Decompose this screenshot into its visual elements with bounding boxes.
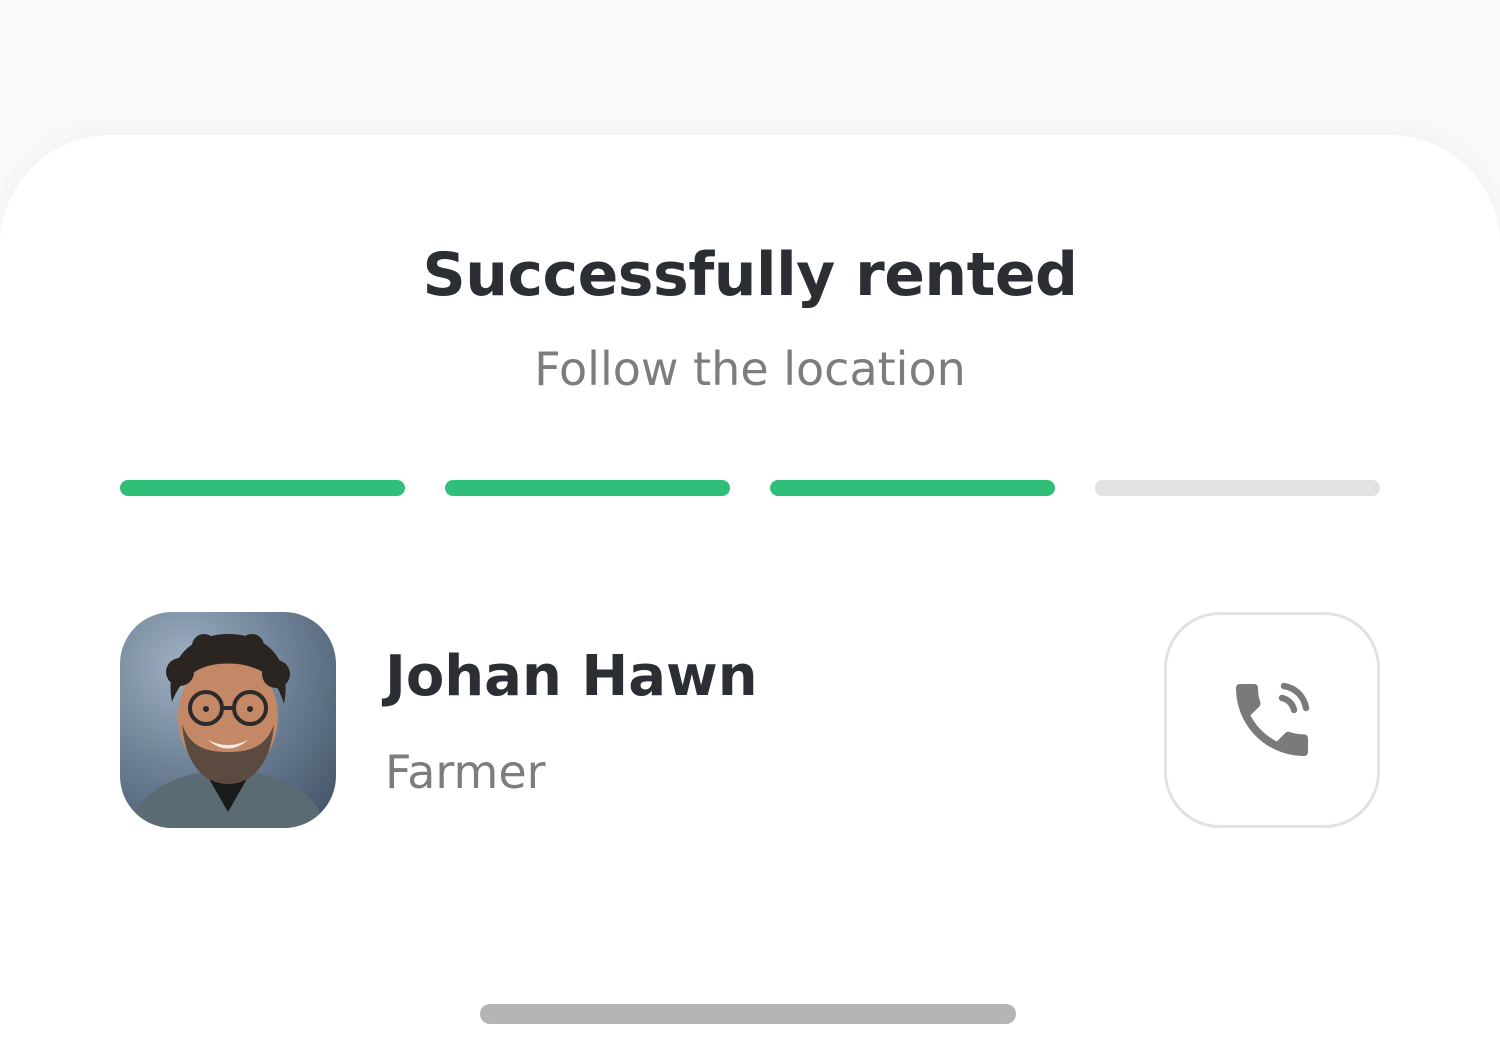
progress-step-1: [120, 480, 405, 496]
sheet-subtitle: Follow the location: [534, 342, 966, 396]
contact-card: Johan Hawn Farmer: [120, 612, 1380, 828]
progress-steps: [120, 480, 1380, 496]
avatar-portrait: [130, 634, 326, 828]
progress-step-4: [1095, 480, 1380, 496]
progress-step-2: [445, 480, 730, 496]
sheet-title: Successfully rented: [422, 240, 1078, 310]
home-indicator[interactable]: [480, 1004, 1016, 1024]
contact-role: Farmer: [385, 745, 546, 799]
progress-step-3: [770, 480, 1055, 496]
call-button[interactable]: [1164, 612, 1380, 828]
bottom-sheet: Successfully rented Follow the location: [0, 135, 1500, 1064]
phone-call-icon: [1236, 682, 1310, 756]
avatar: [120, 612, 336, 828]
contact-name: Johan Hawn: [385, 644, 758, 709]
